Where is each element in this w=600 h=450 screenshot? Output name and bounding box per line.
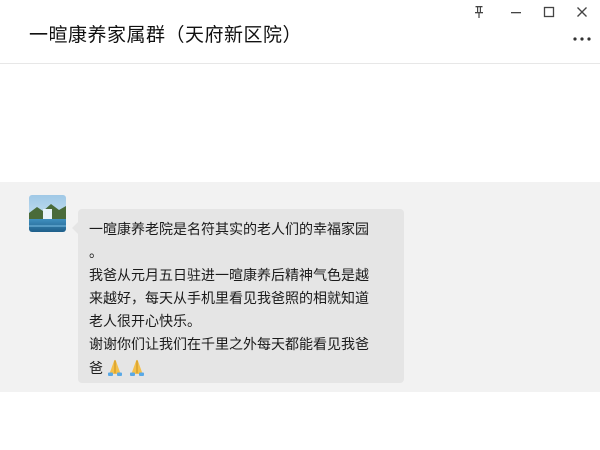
maximize-icon[interactable]: [538, 2, 560, 22]
more-icon[interactable]: [571, 32, 593, 46]
message-last-line: 爸: [89, 357, 404, 380]
close-icon[interactable]: [571, 2, 593, 22]
minimize-icon[interactable]: [505, 2, 527, 22]
bubble-tail: [72, 222, 78, 234]
folded-hands-emoji-icon: [127, 357, 147, 377]
chat-area: [0, 64, 600, 182]
message-bubble[interactable]: 一暄康养老院是名符其实的老人们的幸福家园 。 我爸从元月五日驻进一暄康养后精神气…: [72, 209, 404, 383]
message-line: 来越好，每天从手机里看见我爸照的相就知道: [89, 291, 369, 307]
message-line: 谢谢你们让我们在千里之外每天都能看见我爸: [89, 337, 369, 353]
folded-hands-emoji-icon: [105, 357, 125, 377]
chat-area-bottom: [0, 392, 600, 450]
pin-icon[interactable]: [468, 2, 490, 22]
message-line: 。: [89, 245, 103, 261]
landscape-avatar[interactable]: [29, 195, 66, 232]
message-line: 一暄康养老院是名符其实的老人们的幸福家园: [89, 222, 369, 238]
chat-title: 一暄康养家属群（天府新区院）: [29, 24, 303, 46]
message-line: 我爸从元月五日驻进一暄康养后精神气色是越: [89, 268, 369, 284]
message-line: 爸: [89, 361, 103, 377]
title-bar: 一暄康养家属群（天府新区院）: [0, 0, 600, 64]
message-line: 老人很开心快乐。: [89, 314, 201, 330]
